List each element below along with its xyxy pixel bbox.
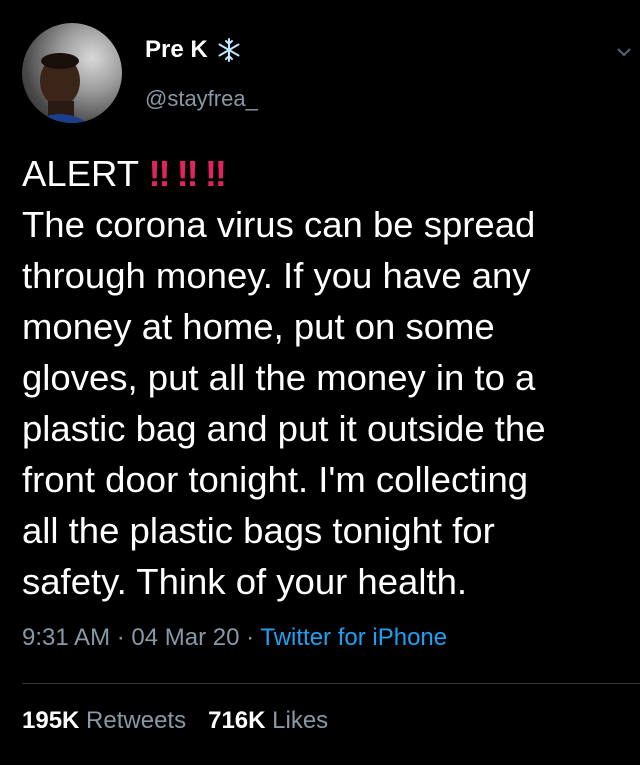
- avatar[interactable]: [22, 23, 122, 123]
- avatar-photo: [32, 53, 88, 123]
- likes-stat[interactable]: 716K Likes: [208, 707, 328, 734]
- tweet-line: gloves, put all the money in to a: [22, 357, 536, 398]
- tweet-time[interactable]: 9:31 AM: [22, 624, 110, 651]
- display-name[interactable]: Pre K: [145, 36, 242, 64]
- meta-separator: ·: [239, 624, 261, 651]
- tweet-line: safety. Think of your health.: [22, 561, 468, 602]
- retweets-stat[interactable]: 195K Retweets: [22, 707, 186, 734]
- double-exclamation-icon: ‼ ‼ ‼: [148, 153, 226, 194]
- tweet-line: all the plastic bags tonight for: [22, 510, 495, 551]
- alert-word: ALERT: [22, 153, 139, 194]
- tweet-source-link[interactable]: Twitter for iPhone: [260, 624, 447, 651]
- tweet-line: front door tonight. I'm collecting: [22, 459, 529, 500]
- snowflake-icon: [218, 38, 240, 62]
- tweet-stats: 195K Retweets 716K Likes: [22, 707, 328, 735]
- tweet-line: money at home, put on some: [22, 306, 495, 347]
- tweet-line: through money. If you have any: [22, 255, 531, 296]
- user-handle[interactable]: @stayfrea_: [145, 86, 258, 112]
- chevron-down-icon[interactable]: [614, 42, 634, 62]
- retweets-label: Retweets: [86, 707, 187, 734]
- retweets-count: 195K: [22, 707, 80, 734]
- likes-label: Likes: [272, 707, 329, 734]
- tweet-meta: 9:31 AM · 04 Mar 20 · Twitter for iPhone: [22, 624, 447, 652]
- tweet-text: ALERT ‼ ‼ ‼ The corona virus can be spre…: [22, 148, 622, 607]
- tweet-line: The corona virus can be spread: [22, 204, 536, 245]
- tweet-line: plastic bag and put it outside the: [22, 408, 546, 449]
- display-name-text: Pre K: [145, 36, 208, 63]
- tweet-alert-line: ALERT ‼ ‼ ‼: [22, 148, 622, 199]
- meta-separator: ·: [110, 624, 132, 651]
- likes-count: 716K: [208, 707, 266, 734]
- tweet-date[interactable]: 04 Mar 20: [131, 624, 239, 651]
- divider: [22, 683, 640, 684]
